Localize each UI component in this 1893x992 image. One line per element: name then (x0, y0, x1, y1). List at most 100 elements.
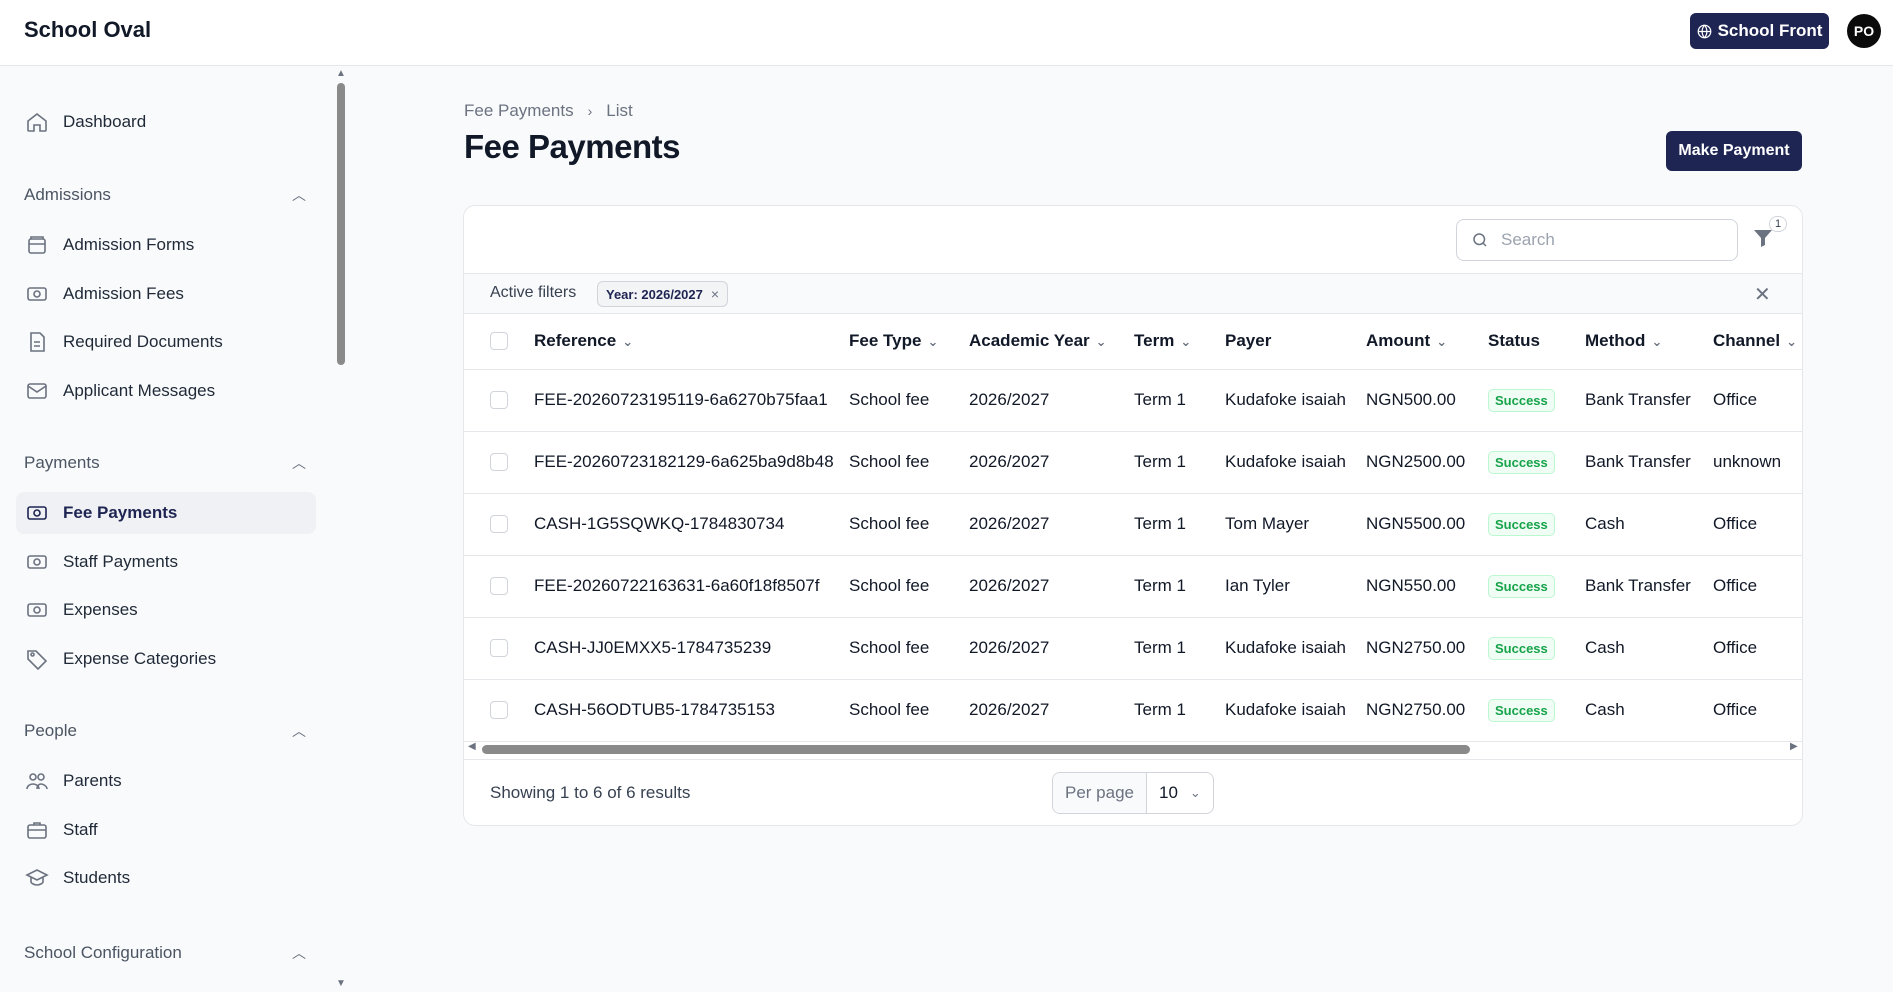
column-payer[interactable]: Payer (1225, 314, 1366, 370)
table-cell: Office (1713, 493, 1802, 556)
avatar[interactable]: PO (1847, 14, 1881, 48)
column-label: Method (1585, 331, 1646, 351)
status-cell: Success (1488, 493, 1585, 556)
status-cell: Success (1488, 431, 1585, 494)
remove-filter-icon[interactable]: × (711, 286, 719, 302)
status-badge: Success (1488, 388, 1555, 412)
chevron-right-icon: › (587, 103, 593, 119)
applicant-messages-icon (24, 378, 50, 404)
column-label: Payer (1225, 331, 1272, 351)
sidebar-item-required-documents[interactable]: Required Documents (16, 321, 316, 363)
sidebar-group-label: Admissions (24, 185, 111, 204)
table-cell: Term 1 (1134, 431, 1225, 494)
sidebar-item-fee-payments[interactable]: Fee Payments (16, 492, 316, 534)
per-page-select[interactable]: Per page 10 ⌄ (1052, 772, 1214, 814)
sidebar-group-school-configuration[interactable]: School Configuration ︿ (24, 941, 306, 965)
table-cell: 2026/2027 (969, 493, 1134, 556)
row-checkbox[interactable] (490, 390, 508, 409)
clear-filters-icon[interactable]: ✕ (1754, 282, 1771, 307)
column-reference[interactable]: Reference ⌄ (534, 314, 849, 370)
staff-icon (24, 817, 50, 843)
column-fee-type[interactable]: Fee Type ⌄ (849, 314, 969, 370)
table-row[interactable]: CASH-56ODTUB5-1784735153 School fee 2026/2… (464, 679, 1802, 742)
chevron-down-icon: ⌄ (1436, 334, 1448, 350)
row-checkbox[interactable] (490, 452, 508, 471)
school-front-button[interactable]: School Front (1690, 13, 1829, 49)
horizontal-scrollbar[interactable]: ◀ ▶ (464, 741, 1802, 757)
breadcrumb-parent[interactable]: Fee Payments (464, 101, 574, 121)
sidebar-item-label: Staff Payments (63, 551, 178, 571)
sidebar-item-expenses[interactable]: Expenses (16, 589, 316, 631)
sidebar-item-label: Required Documents (63, 332, 223, 351)
make-payment-button[interactable]: Make Payment (1666, 131, 1802, 171)
table-cell: Tom Mayer (1225, 493, 1366, 556)
sidebar-item-applicant-messages[interactable]: Applicant Messages (16, 370, 316, 412)
sidebar-item-staff-payments[interactable]: Staff Payments (16, 541, 316, 583)
sidebar-item-label: Expense Categories (63, 648, 217, 668)
row-checkbox[interactable] (490, 576, 508, 595)
sidebar-item-label: Staff (63, 819, 98, 839)
column-academic-year[interactable]: Academic Year ⌄ (969, 314, 1134, 370)
table-row[interactable]: FEE-20260722163631-6a60f18f8507f School f… (464, 555, 1802, 618)
globe-icon (1697, 24, 1711, 38)
active-filters-bar: Active filters Year: 2026/2027 × ✕ (464, 273, 1802, 314)
row-select-cell (464, 679, 534, 742)
chevron-down-icon: ⌄ (1651, 334, 1663, 350)
sidebar-item-expense-categories[interactable]: Expense Categories (16, 638, 316, 680)
column-channel[interactable]: Channel ⌄ (1713, 314, 1802, 370)
status-badge: Success (1488, 574, 1555, 598)
sidebar-group-label: People (24, 721, 77, 740)
status-badge: Success (1488, 450, 1555, 474)
column-amount[interactable]: Amount ⌄ (1366, 314, 1488, 370)
table-cell: Office (1713, 369, 1802, 432)
chevron-up-icon: ︿ (292, 187, 306, 203)
sidebar-group-people[interactable]: People ︿ (24, 719, 306, 743)
sidebar-item-parents[interactable]: Parents (16, 760, 316, 802)
table-row[interactable]: FEE-20260723195119-6a6270b75faa1 School f… (464, 369, 1802, 432)
horizontal-scrollbar-thumb[interactable] (482, 745, 1470, 754)
table-cell: FEE-20260723182129-6a625ba9d8b48 (534, 431, 849, 494)
sidebar-item-admission-forms[interactable]: Admission Forms (16, 224, 316, 266)
per-page-value[interactable]: 10 ⌄ (1147, 783, 1213, 803)
table-cell: School fee (849, 555, 969, 618)
table-cell: FEE-20260723195119-6a6270b75faa1 (534, 369, 849, 432)
table-cell: Term 1 (1134, 493, 1225, 556)
sidebar-item-label: Students (63, 868, 131, 887)
table-header-row: Reference ⌄ Fee Type ⌄ Academic Year ⌄ Term… (464, 314, 1802, 370)
table-cell: Bank Transfer (1585, 369, 1713, 432)
table-cell: 2026/2027 (969, 679, 1134, 742)
row-checkbox[interactable] (490, 638, 508, 657)
sidebar-item-dashboard[interactable]: Dashboard (16, 101, 316, 143)
brand-logo[interactable]: School Oval (24, 17, 151, 43)
sidebar-item-students[interactable]: Students (16, 857, 316, 899)
column-status[interactable]: Status (1488, 314, 1585, 370)
row-select-cell (464, 555, 534, 618)
search-input[interactable] (1501, 230, 1701, 250)
sidebar-scrollbar-thumb[interactable] (337, 83, 345, 365)
sidebar-scroll-up-icon[interactable]: ▲ (336, 68, 346, 79)
sidebar-scroll-down-icon[interactable]: ▼ (336, 978, 346, 989)
select-all-checkbox[interactable] (490, 331, 508, 350)
column-term[interactable]: Term ⌄ (1134, 314, 1225, 370)
sidebar-item-admission-fees[interactable]: Admission Fees (16, 273, 316, 315)
sidebar-item-label: Parents (63, 771, 122, 790)
table-cell: 2026/2027 (969, 555, 1134, 618)
table-cell: Office (1713, 679, 1802, 742)
sidebar-group-payments[interactable]: Payments ︿ (24, 451, 306, 475)
table-cell: Kudafoke isaiah (1225, 617, 1366, 680)
table-cell: Office (1713, 555, 1802, 618)
scroll-right-icon[interactable]: ▶ (1790, 741, 1798, 752)
table-cell: Kudafoke isaiah (1225, 679, 1366, 742)
table-row[interactable]: CASH-1G5SQWKQ-1784830734 School fee 2026/2… (464, 493, 1802, 556)
table-row[interactable]: CASH-JJ0EMXX5-1784735239 School fee 2026/2… (464, 617, 1802, 680)
scroll-left-icon[interactable]: ◀ (468, 741, 476, 752)
table-row[interactable]: FEE-20260723182129-6a625ba9d8b48 School f… (464, 431, 1802, 494)
table-cell: Cash (1585, 679, 1713, 742)
row-checkbox[interactable] (490, 700, 508, 719)
column-method[interactable]: Method ⌄ (1585, 314, 1713, 370)
sidebar-group-admissions[interactable]: Admissions ︿ (24, 183, 306, 207)
sidebar-item-staff[interactable]: Staff (16, 809, 316, 851)
row-checkbox[interactable] (490, 514, 508, 533)
search-box[interactable] (1456, 219, 1738, 261)
table-cell: Cash (1585, 617, 1713, 680)
